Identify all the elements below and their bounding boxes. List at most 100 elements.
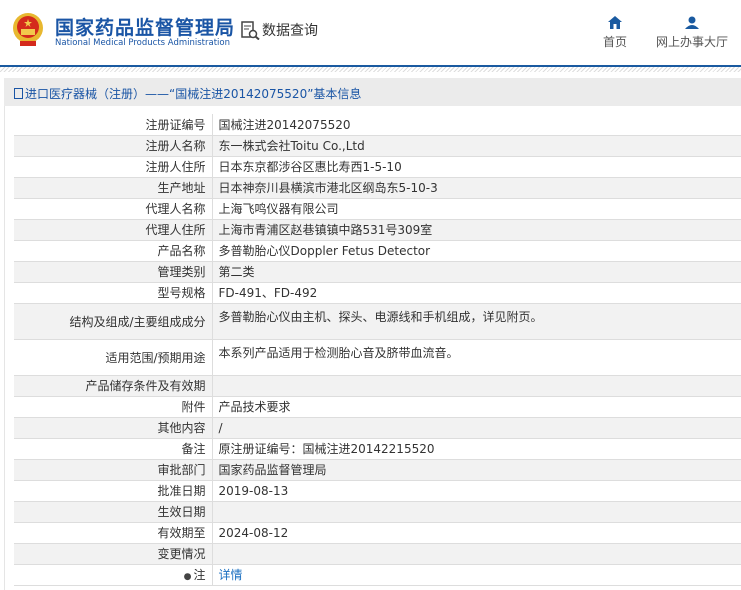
table-row: 有效期至 2024-08-12 <box>14 522 741 544</box>
table-row: 审批部门 国家药品监督管理局 <box>14 459 741 481</box>
row-value: 产品技术要求 <box>212 396 741 418</box>
row-value-text: 产品技术要求 <box>218 400 291 414</box>
row-label-text: 备注 <box>181 442 206 456</box>
table-row: 注册证编号 国械注进20142075520 <box>14 114 741 136</box>
row-label: 生效日期 <box>14 501 213 523</box>
row-label: 备注 <box>14 438 213 460</box>
row-label: 代理人住所 <box>14 219 213 241</box>
org-name-en: National Medical Products Administration <box>55 38 230 48</box>
table-row: 产品储存条件及有效期 <box>14 375 741 397</box>
table-row: 注册人名称 东一株式会社Toitu Co.,Ltd <box>14 135 741 157</box>
table-row: 注册人住所 日本东京都涉谷区惠比寿西1-5-10 <box>14 156 741 178</box>
row-value: / <box>212 417 741 439</box>
table-row: 代理人住所 上海市青浦区赵巷镇镇中路531号309室 <box>14 219 741 241</box>
nav-service-hall-label: 网上办事大厅 <box>656 35 729 49</box>
row-value-text: 日本神奈川县横滨市港北区纲岛东5-10-3 <box>218 181 438 195</box>
row-value-text: 2019-08-13 <box>218 483 289 498</box>
org-name-cn[interactable]: 国家药品监督管理局 <box>55 13 235 40</box>
info-table: 注册证编号 国械注进20142075520 注册人名称 东一株式会社Toitu Co.… <box>14 114 741 586</box>
data-query-link[interactable]: 数据查询 <box>240 20 318 40</box>
row-label-text: 代理人住所 <box>145 223 206 237</box>
row-value: 国家药品监督管理局 <box>212 459 741 481</box>
row-value: 第二类 <box>212 261 741 283</box>
table-row: 结构及组成/主要组成成分 多普勒胎心仪由主机、探头、电源线和手机组成，详见附页。 <box>14 303 741 340</box>
row-value <box>212 501 741 523</box>
site-header: 国家药品监督管理局 National Medical Products Admi… <box>0 0 741 67</box>
row-value: 上海市青浦区赵巷镇镇中路531号309室 <box>212 219 741 241</box>
row-value-text: 2024-08-12 <box>218 525 289 540</box>
search-document-icon <box>241 21 260 40</box>
row-value: 上海飞鸣仪器有限公司 <box>212 198 741 220</box>
row-label: 批准日期 <box>14 480 213 502</box>
document-icon <box>14 88 23 99</box>
national-emblem-icon <box>13 13 43 46</box>
row-value: 多普勒胎心仪由主机、探头、电源线和手机组成，详见附页。 <box>212 303 741 340</box>
nav-home[interactable]: 首页 <box>603 16 627 50</box>
row-value: 国械注进20142075520 <box>212 114 741 136</box>
row-value-text: 国家药品监督管理局 <box>218 463 327 477</box>
row-value-text: 多普勒胎心仪Doppler Fetus Detector <box>218 244 431 258</box>
row-label-text: 注册证编号 <box>145 117 206 132</box>
row-label: 产品储存条件及有效期 <box>14 375 213 397</box>
row-label-text: 适用范围/预期用途 <box>105 350 206 365</box>
table-row: 产品名称 多普勒胎心仪Doppler Fetus Detector <box>14 240 741 262</box>
row-label-text: 管理类别 <box>157 265 206 279</box>
row-label-text: 生效日期 <box>157 505 206 519</box>
details-link[interactable]: 详情 <box>219 568 243 582</box>
page-title: 进口医疗器械（注册）——“国械注进20142075520”基本信息 <box>4 78 741 106</box>
row-label: 审批部门 <box>14 459 213 481</box>
home-icon <box>608 16 622 29</box>
table-row: 附件 产品技术要求 <box>14 396 741 418</box>
row-label-text: 生产地址 <box>157 181 206 195</box>
bulb-icon: ● <box>183 572 192 582</box>
row-value <box>212 543 741 565</box>
row-label-text: 代理人名称 <box>145 202 206 216</box>
row-label: 注册证编号 <box>14 114 213 136</box>
table-row: 代理人名称 上海飞鸣仪器有限公司 <box>14 198 741 220</box>
row-value: 东一株式会社Toitu Co.,Ltd <box>212 135 741 157</box>
row-label: 产品名称 <box>14 240 213 262</box>
row-label-text: 其他内容 <box>157 421 206 435</box>
row-label: 其他内容 <box>14 417 213 439</box>
table-row: ● 注详情 <box>14 564 741 586</box>
row-value-text: 上海飞鸣仪器有限公司 <box>218 202 339 216</box>
row-value: 2024-08-12 <box>212 522 741 544</box>
row-label-text: 附件 <box>181 400 206 414</box>
table-row: 批准日期 2019-08-13 <box>14 480 741 502</box>
row-value-text: 东一株式会社Toitu Co.,Ltd <box>218 139 365 153</box>
table-row: 管理类别 第二类 <box>14 261 741 283</box>
left-border <box>4 106 5 590</box>
row-value: 本系列产品适用于检测胎心音及脐带血流音。 <box>212 339 741 376</box>
row-value: 原注册证编号：国械注进20142215520 <box>212 438 741 460</box>
row-value-text: 原注册证编号：国械注进20142215520 <box>218 442 435 456</box>
row-label: 注册人住所 <box>14 156 213 178</box>
row-value-text: 上海市青浦区赵巷镇镇中路531号309室 <box>218 223 433 237</box>
row-label: 管理类别 <box>14 261 213 283</box>
row-value: 2019-08-13 <box>212 480 741 502</box>
data-query-label: 数据查询 <box>262 23 318 39</box>
row-label: 附件 <box>14 396 213 418</box>
table-row: 生效日期 <box>14 501 741 523</box>
nav-service-hall[interactable]: 网上办事大厅 <box>656 16 728 50</box>
table-row: 适用范围/预期用途 本系列产品适用于检测胎心音及脐带血流音。 <box>14 339 741 376</box>
row-value-text: 多普勒胎心仪由主机、探头、电源线和手机组成，详见附页。 <box>218 309 543 324</box>
row-label: ● 注 <box>14 564 213 586</box>
row-value-text: 第二类 <box>218 265 255 279</box>
row-label: 生产地址 <box>14 177 213 199</box>
row-value-text: FD-491、FD-492 <box>218 286 318 300</box>
row-label-text: 产品储存条件及有效期 <box>85 379 206 393</box>
row-label: 适用范围/预期用途 <box>14 339 213 376</box>
row-label-text: 产品名称 <box>157 244 206 258</box>
row-value: FD-491、FD-492 <box>212 282 741 304</box>
row-value-text: / <box>218 420 223 435</box>
row-label-text: 批准日期 <box>157 484 206 498</box>
row-value: 日本东京都涉谷区惠比寿西1-5-10 <box>212 156 741 178</box>
table-row: 型号规格 FD-491、FD-492 <box>14 282 741 304</box>
row-value: 多普勒胎心仪Doppler Fetus Detector <box>212 240 741 262</box>
row-value-text: 日本东京都涉谷区惠比寿西1-5-10 <box>218 160 402 174</box>
page-title-text: 进口医疗器械（注册）——“国械注进20142075520”基本信息 <box>25 87 362 101</box>
table-row: 生产地址 日本神奈川县横滨市港北区纲岛东5-10-3 <box>14 177 741 199</box>
table-row: 其他内容 / <box>14 417 741 439</box>
row-label-text: 注 <box>193 568 206 582</box>
row-label: 有效期至 <box>14 522 213 544</box>
